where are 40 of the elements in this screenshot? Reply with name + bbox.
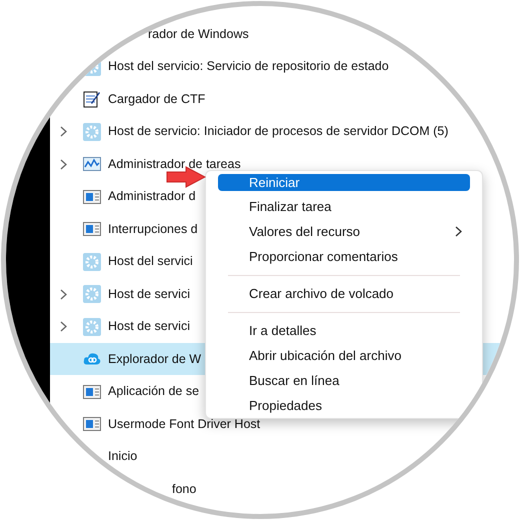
- process-name: Host de servici: [108, 286, 190, 303]
- process-name: Host del servicio: Servicio de repositorio de estado: [108, 58, 389, 76]
- chart-icon: [83, 157, 101, 171]
- process-name: Administrador d: [108, 188, 196, 206]
- process-name: Host del servici: [108, 253, 193, 270]
- cloud-icon: [83, 353, 101, 365]
- process-name: Interrupciones d: [108, 220, 198, 238]
- menu-item[interactable]: Ir a detalles: [218, 318, 470, 343]
- menu-item[interactable]: Propiedades: [218, 393, 470, 418]
- gear-icon: [83, 252, 101, 270]
- menu-item[interactable]: Buscar en línea: [218, 368, 470, 393]
- process-name: Inicio: [108, 448, 138, 466]
- process-name: Administrador de tareas: [108, 156, 241, 173]
- gear-icon: [83, 318, 101, 336]
- chevron-right-icon[interactable]: [60, 321, 66, 332]
- menu-item[interactable]: Finalizar tarea: [218, 194, 470, 219]
- process-name: Host de servici: [108, 318, 190, 336]
- gear-icon: [83, 285, 101, 303]
- window-icon: [83, 222, 101, 236]
- menu-item[interactable]: Abrir ubicación del archivo: [218, 343, 470, 368]
- notepad-icon: [83, 90, 101, 108]
- process-name: Cargador de CTF: [108, 90, 206, 108]
- chevron-right-icon[interactable]: [60, 288, 66, 300]
- process-name: fono: [172, 480, 196, 498]
- process-name: rador de Windows: [148, 26, 249, 43]
- menu-item[interactable]: Proporcionar comentarios: [218, 244, 470, 269]
- window-icon: [83, 190, 101, 204]
- window-icon: [83, 417, 101, 431]
- process-name: Usermode Font Driver Host: [108, 416, 260, 433]
- process-name: Explorador de W: [108, 350, 202, 368]
- chevron-right-icon[interactable]: [60, 158, 66, 170]
- chevron-right-icon[interactable]: [60, 126, 66, 137]
- menu-item[interactable]: Reiniciar: [218, 174, 470, 191]
- menu-item[interactable]: Valores del recurso: [218, 219, 470, 244]
- menu-item[interactable]: Crear archivo de volcado: [218, 281, 470, 306]
- process-name: Aplicación de se: [108, 383, 200, 400]
- window-icon: [83, 384, 101, 398]
- gear-icon: [83, 122, 101, 140]
- chevron-right-icon[interactable]: [455, 226, 462, 237]
- process-name: Host de servicio: Iniciador de procesos de servidor DCOM (5): [108, 123, 448, 140]
